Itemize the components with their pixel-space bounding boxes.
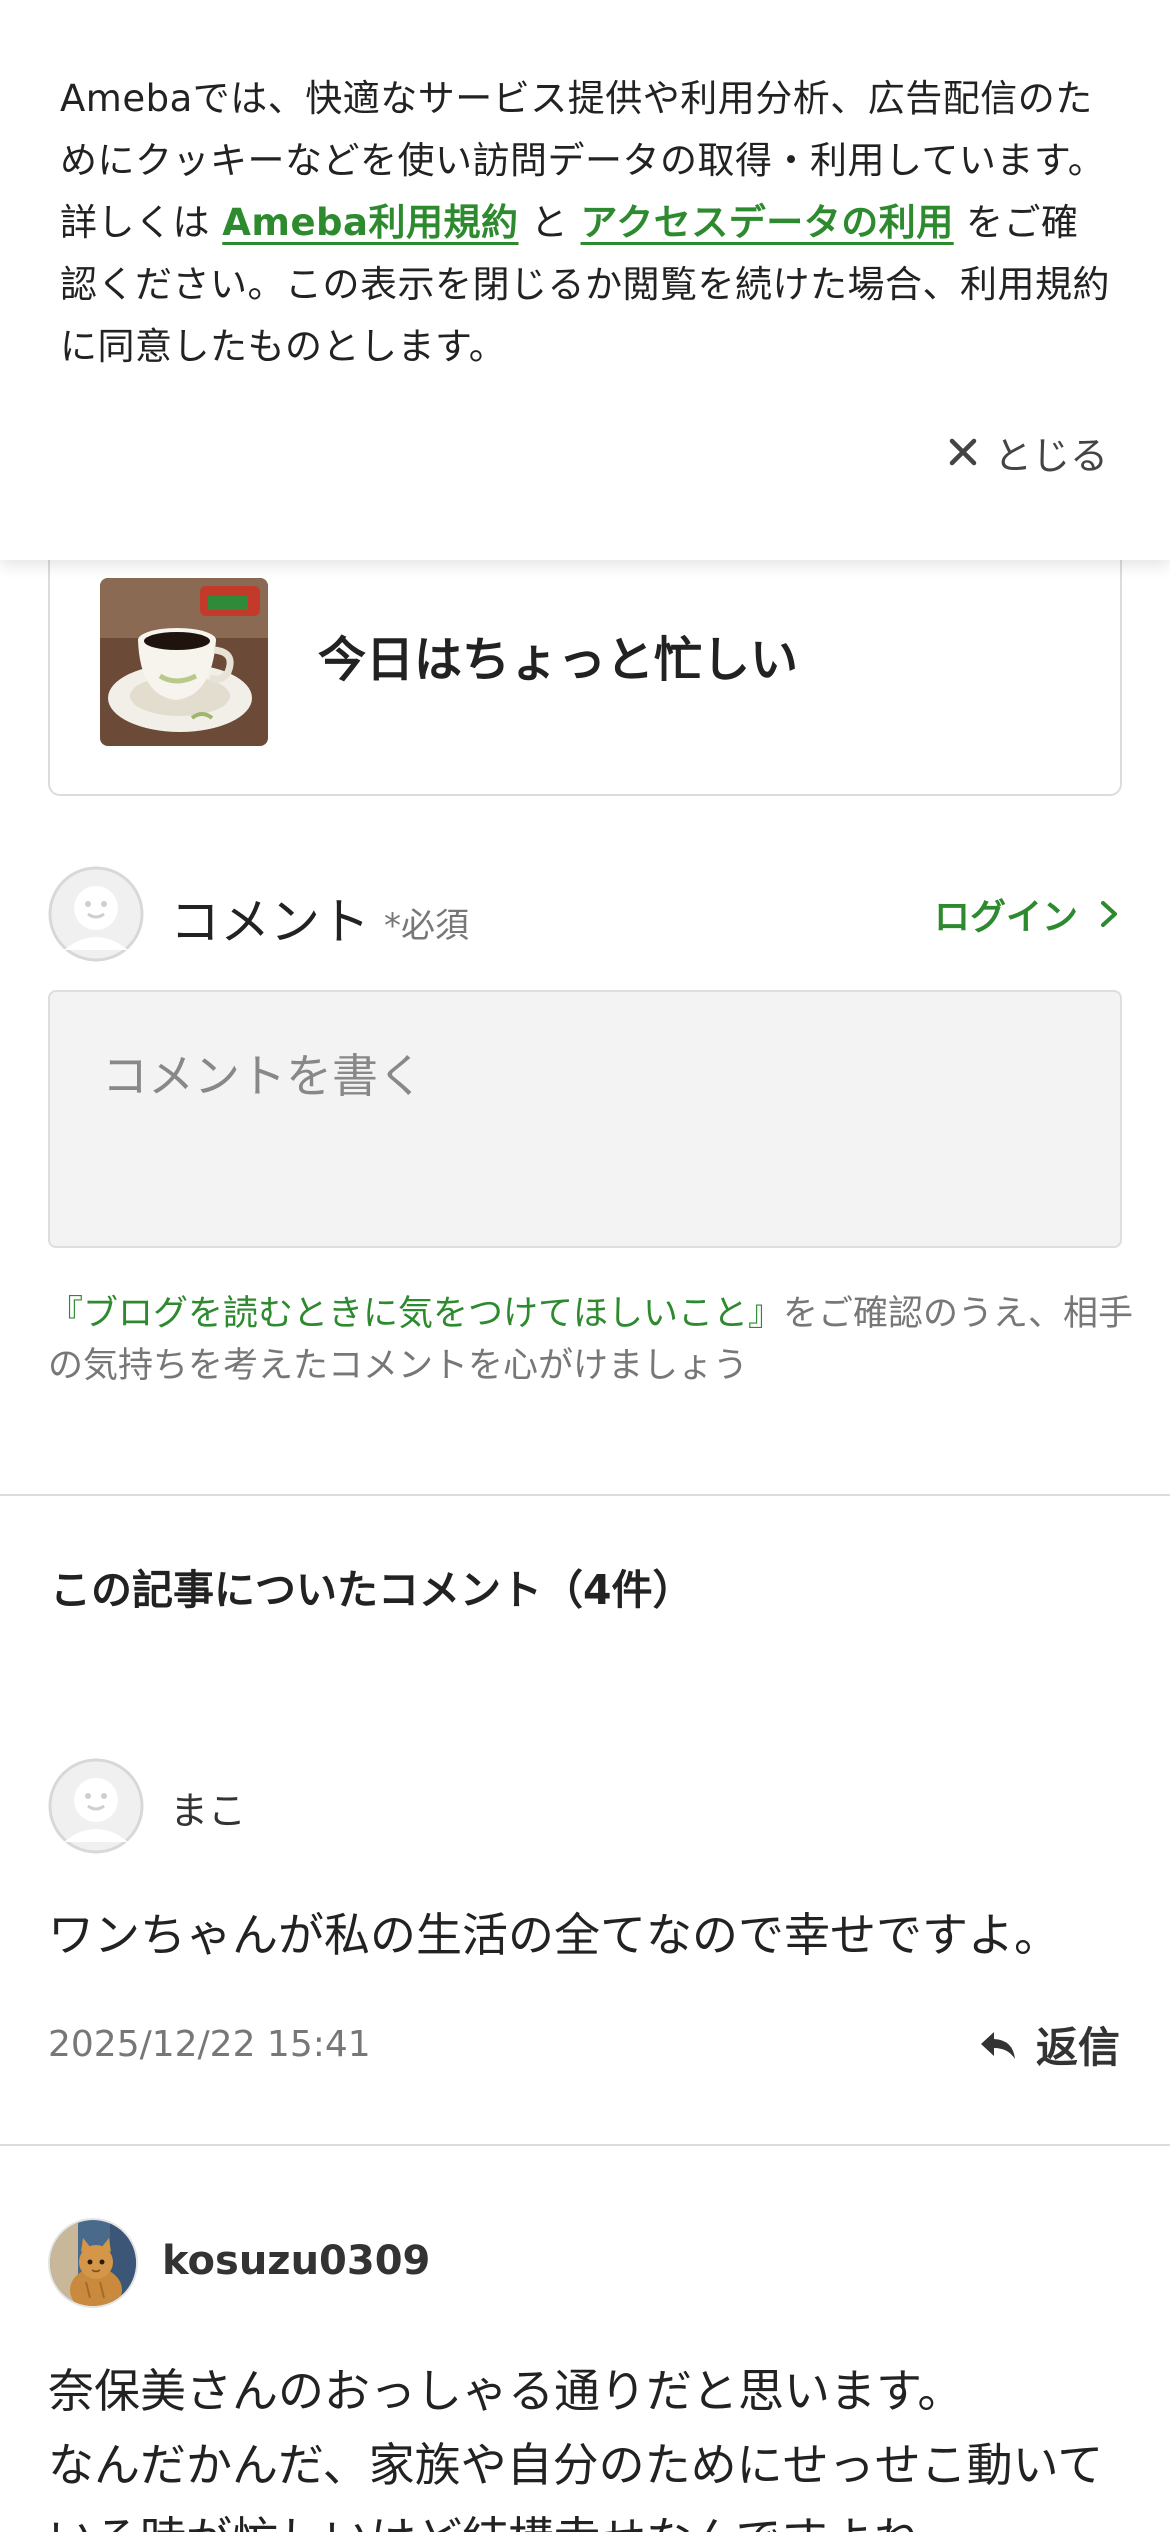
comment-body: ワンちゃんが私の生活の全てなので幸せですよ。 bbox=[48, 1908, 1060, 1962]
article-card[interactable]: 今日はちょっと忙しい bbox=[48, 520, 1122, 796]
comments-heading: この記事についたコメント（4件） bbox=[50, 1566, 694, 1614]
commenter-avatar bbox=[48, 2218, 138, 2308]
close-icon bbox=[949, 438, 977, 466]
reply-arrow-icon bbox=[980, 2031, 1015, 2059]
comment-date: 2025/12/22 15:41 bbox=[48, 2024, 371, 2065]
ameba-terms-link[interactable]: Ameba利用規約 bbox=[222, 201, 518, 244]
section-divider bbox=[0, 1494, 1170, 1496]
commenter-avatar-icon bbox=[48, 1758, 144, 1854]
guideline-link[interactable]: 『ブログを読むときに気をつけてほしいこと』 bbox=[48, 1294, 783, 1334]
close-label: とじる bbox=[993, 433, 1108, 478]
cookie-text-and: と bbox=[518, 201, 581, 244]
user-avatar-icon bbox=[48, 866, 144, 962]
login-label: ログイン bbox=[933, 897, 1078, 938]
article-title: 今日はちょっと忙しい bbox=[318, 632, 799, 688]
cookie-notice-text: Amebaでは、快適なサービス提供や利用分析、広告配信のためにクッキーなどを使い… bbox=[60, 68, 1110, 378]
commenter-name[interactable]: まこ bbox=[170, 1780, 246, 1835]
cookie-banner: Amebaでは、快適なサービス提供や利用分析、広告配信のためにクッキーなどを使い… bbox=[0, 0, 1170, 560]
commenter-name[interactable]: kosuzu0309 bbox=[162, 2238, 430, 2284]
required-label: *必須 bbox=[384, 906, 469, 946]
coffee-cup-image bbox=[100, 578, 268, 746]
access-data-link[interactable]: アクセスデータの利用 bbox=[581, 201, 954, 244]
reply-button[interactable]: 返信 bbox=[978, 2014, 1120, 2075]
close-banner-button[interactable]: とじる bbox=[948, 422, 1108, 482]
reply-label: 返信 bbox=[1035, 2023, 1120, 2072]
comment-label: コメント bbox=[170, 893, 370, 951]
comment-divider bbox=[0, 2144, 1170, 2146]
comment-input[interactable] bbox=[48, 990, 1122, 1248]
cat-photo-image bbox=[50, 2220, 136, 2306]
comment-body: 奈保美さんのおっしゃる通りだと思います。 なんだかんだ、家族や自分のためにせっせ… bbox=[48, 2364, 1104, 2532]
page: Amebaでは、快適なサービス提供や利用分析、広告配信のためにクッキーなどを使い… bbox=[0, 0, 1170, 2532]
article-thumbnail bbox=[100, 578, 268, 746]
chevron-right-icon bbox=[1101, 901, 1117, 927]
login-link[interactable]: ログイン bbox=[934, 888, 1120, 940]
comment-guideline: 『ブログを読むときに気をつけてほしいこと』をご確認のうえ、相手の気持ちを考えたコ… bbox=[48, 1288, 1138, 1392]
